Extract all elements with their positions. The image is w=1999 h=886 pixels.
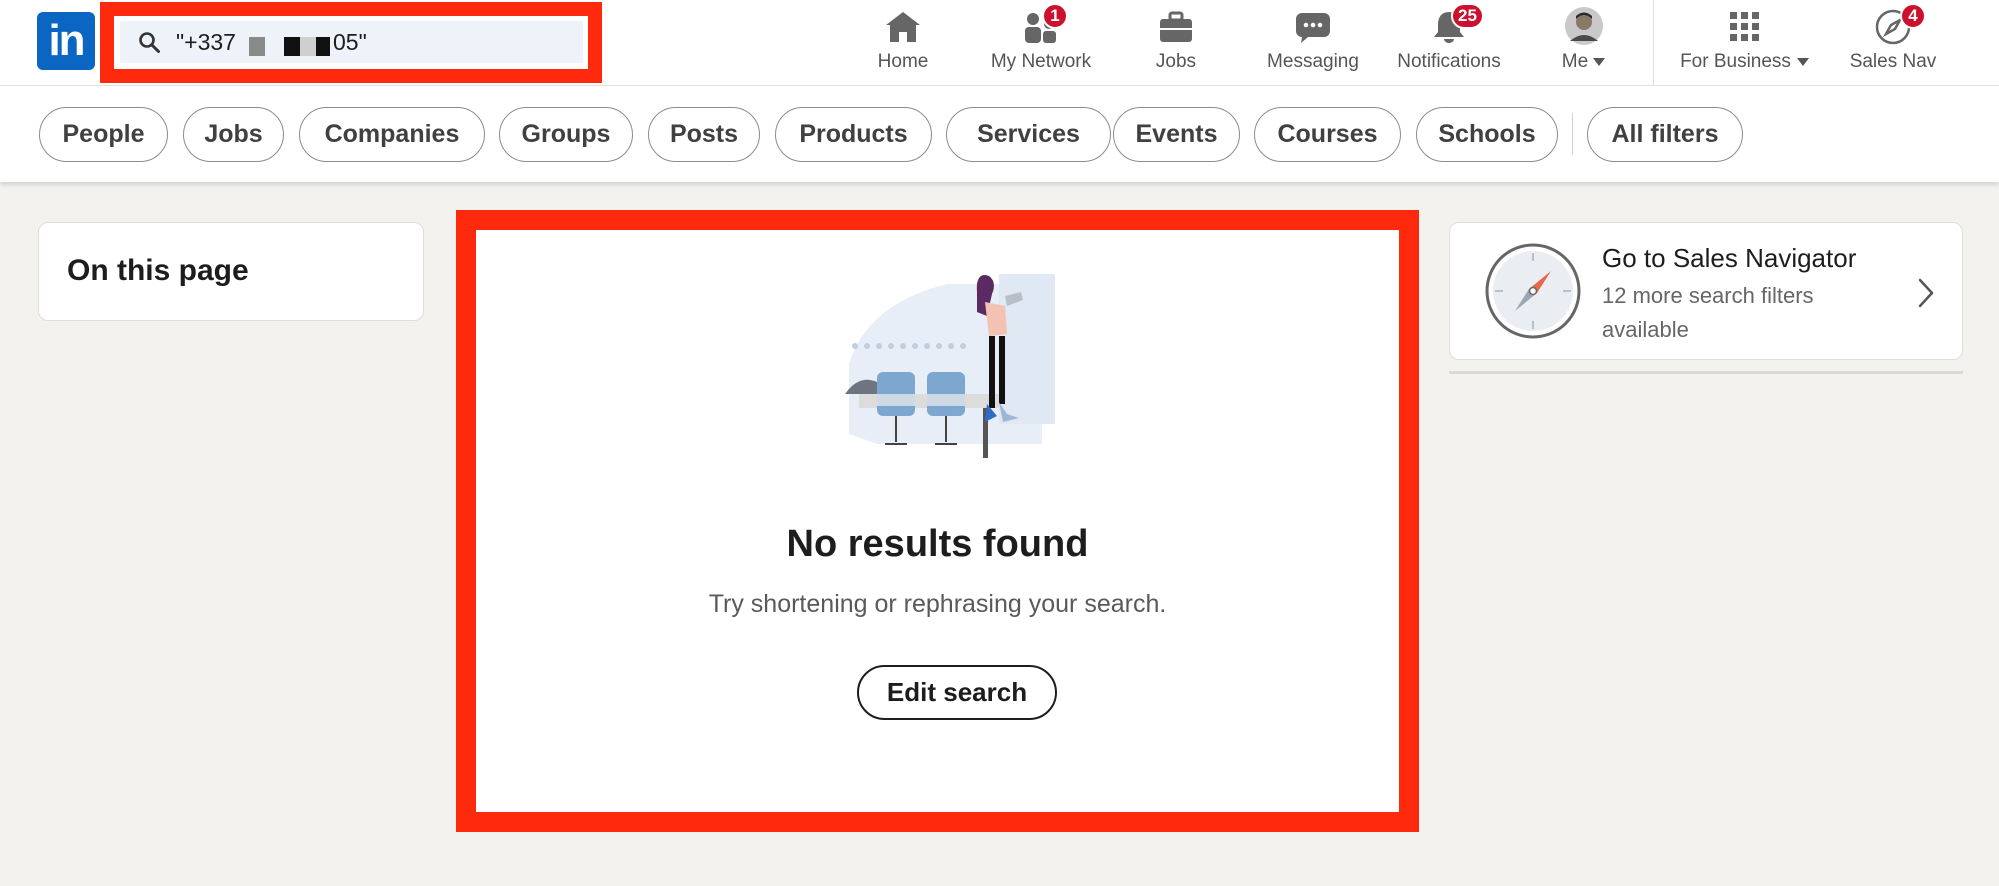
edit-search-button[interactable]: Edit search bbox=[857, 665, 1057, 720]
no-results-subtitle: Try shortening or rephrasing your search… bbox=[708, 590, 1167, 618]
no-results-card: No results found Try shortening or rephr… bbox=[456, 210, 1419, 832]
filter-posts[interactable]: Posts bbox=[648, 107, 760, 162]
nav-for-business-label: For Business bbox=[1680, 51, 1791, 72]
sales-navigator-subtitle: 12 more search filters available bbox=[1602, 283, 1814, 342]
search-input[interactable]: "+337 05" bbox=[120, 21, 583, 63]
filter-people[interactable]: People bbox=[39, 107, 168, 162]
redaction-block bbox=[249, 37, 265, 56]
filter-companies[interactable]: Companies bbox=[299, 107, 485, 162]
nav-my-network[interactable]: 1 My Network bbox=[972, 3, 1110, 80]
nav-my-network-label: My Network bbox=[990, 51, 1092, 72]
filter-jobs[interactable]: Jobs bbox=[183, 107, 284, 162]
linkedin-logo[interactable]: in bbox=[37, 12, 95, 70]
filter-events[interactable]: Events bbox=[1113, 107, 1240, 162]
home-icon bbox=[886, 12, 920, 42]
search-icon bbox=[139, 32, 160, 53]
redaction-block bbox=[284, 37, 300, 56]
chevron-right-icon bbox=[1918, 278, 1934, 308]
search-query-end: 05" bbox=[333, 29, 367, 55]
sales-navigator-card[interactable]: Go to Sales Navigator 12 more search fil… bbox=[1449, 222, 1963, 360]
avatar bbox=[1565, 7, 1603, 45]
filter-courses[interactable]: Courses bbox=[1254, 107, 1401, 162]
filter-groups[interactable]: Groups bbox=[499, 107, 633, 162]
network-badge: 1 bbox=[1042, 3, 1068, 29]
nav-for-business[interactable]: For Business bbox=[1670, 6, 1820, 80]
nav-sales-navigator[interactable]: 4 Sales Nav bbox=[1840, 3, 1946, 80]
search-filter-bar: People Jobs Companies Groups Posts Produ… bbox=[0, 86, 1999, 182]
on-this-page-title: On this page bbox=[67, 254, 249, 287]
filter-products[interactable]: Products bbox=[775, 107, 932, 162]
nav-divider bbox=[1653, 0, 1654, 86]
search-query-start: "+337 bbox=[176, 29, 236, 55]
redaction-block bbox=[316, 37, 330, 56]
filter-all-filters[interactable]: All filters bbox=[1587, 107, 1743, 162]
compass-icon bbox=[1485, 243, 1581, 339]
sales-nav-badge: 4 bbox=[1900, 3, 1926, 29]
nav-messaging-label: Messaging bbox=[1267, 51, 1359, 72]
briefcase-icon bbox=[1160, 11, 1192, 42]
nav-notifications[interactable]: 25 Notifications bbox=[1385, 3, 1513, 80]
top-navigation-bar: in "+337 05" Home 1 My Network Jobs Mess… bbox=[0, 0, 1999, 86]
nav-jobs-label: Jobs bbox=[1155, 51, 1197, 72]
nav-sales-nav-label: Sales Nav bbox=[1849, 51, 1937, 72]
filter-schools[interactable]: Schools bbox=[1416, 107, 1558, 162]
nav-home-label: Home bbox=[877, 51, 929, 72]
nav-me[interactable]: Me bbox=[1548, 6, 1620, 80]
empty-state-illustration bbox=[845, 274, 1055, 458]
filter-divider bbox=[1572, 113, 1573, 155]
redaction-block bbox=[300, 37, 316, 56]
nav-home[interactable]: Home bbox=[862, 6, 944, 80]
filter-services[interactable]: Services bbox=[946, 107, 1111, 162]
notifications-badge: 25 bbox=[1451, 3, 1484, 29]
nav-messaging[interactable]: Messaging bbox=[1258, 6, 1368, 80]
on-this-page-card: On this page bbox=[38, 222, 424, 321]
sales-navigator-title: Go to Sales Navigator bbox=[1602, 243, 1857, 273]
no-results-title: No results found bbox=[786, 523, 1089, 565]
nav-notifications-label: Notifications bbox=[1397, 51, 1501, 72]
nav-jobs[interactable]: Jobs bbox=[1142, 6, 1210, 80]
nav-me-label: Me bbox=[1561, 51, 1589, 72]
caret-down-icon bbox=[1593, 58, 1606, 66]
caret-down-icon bbox=[1796, 58, 1809, 66]
chat-bubble-icon bbox=[1296, 13, 1330, 43]
grid-icon bbox=[1730, 12, 1759, 41]
right-rail-divider bbox=[1449, 371, 1963, 374]
